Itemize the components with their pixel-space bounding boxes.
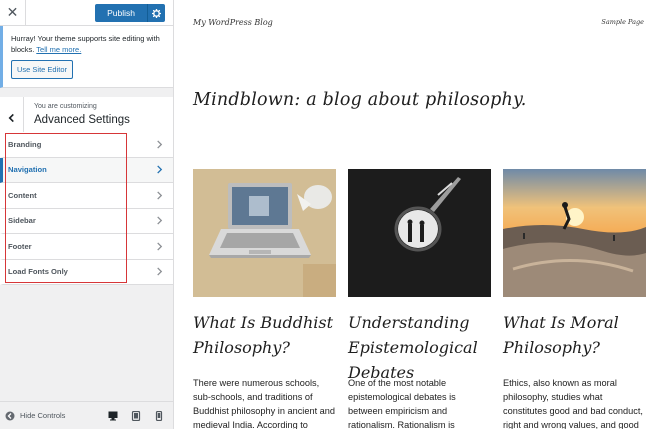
post-thumbnail-laptop[interactable] bbox=[193, 169, 336, 297]
menu-item-content[interactable]: Content bbox=[0, 183, 173, 209]
nav-link-sample-page[interactable]: Sample Page bbox=[601, 18, 644, 26]
gear-icon bbox=[152, 8, 161, 18]
post-thumbnail-cave[interactable] bbox=[348, 169, 491, 297]
post-excerpt: One of the most notable epistemological … bbox=[348, 378, 456, 429]
menu-item-label: Load Fonts Only bbox=[8, 267, 68, 277]
post-thumbnail-skatepark[interactable] bbox=[503, 169, 646, 297]
publish-button[interactable]: Publish bbox=[95, 4, 147, 22]
menu-item-label: Content bbox=[8, 190, 37, 200]
post-title[interactable]: Understanding Epistemological Debates bbox=[348, 310, 491, 385]
chevron-right-icon bbox=[157, 216, 163, 225]
chevron-right-icon bbox=[157, 267, 163, 276]
customizer-footer: Hide Controls bbox=[0, 401, 173, 429]
skatepark-photo bbox=[503, 169, 646, 297]
close-icon: ✕ bbox=[6, 5, 19, 21]
settings-menu: Branding Navigation Content Sidebar Foot… bbox=[0, 132, 173, 285]
collapse-arrow-icon bbox=[5, 411, 15, 420]
chevron-left-icon bbox=[8, 113, 14, 122]
post-title[interactable]: What Is Buddhist Philosophy? bbox=[193, 310, 336, 360]
post-title[interactable]: What Is Moral Philosophy? bbox=[503, 310, 646, 360]
menu-item-sidebar[interactable]: Sidebar bbox=[0, 208, 173, 234]
post-excerpt: There were numerous schools, sub-schools… bbox=[193, 378, 335, 429]
post-card: Understanding Epistemological Debates On… bbox=[348, 169, 491, 429]
use-site-editor-button[interactable]: Use Site Editor bbox=[11, 60, 74, 79]
customizer-sidebar: ✕ Publish Hurray! Your theme supports si… bbox=[0, 0, 174, 429]
menu-item-label: Footer bbox=[8, 241, 32, 251]
customizer-topbar: ✕ Publish bbox=[0, 0, 173, 26]
device-preview-switcher bbox=[108, 411, 164, 421]
site-title[interactable]: My WordPress Blog bbox=[193, 18, 273, 27]
cave-photo bbox=[348, 169, 491, 297]
close-customizer-button[interactable]: ✕ bbox=[0, 0, 26, 26]
publish-group: Publish bbox=[95, 4, 165, 22]
laptop-photo bbox=[193, 169, 336, 297]
chevron-right-icon bbox=[157, 242, 163, 251]
publish-settings-button[interactable] bbox=[147, 4, 165, 22]
page-heading: Mindblown: a blog about philosophy. bbox=[193, 90, 527, 110]
menu-item-label: Branding bbox=[8, 139, 42, 149]
menu-item-label: Sidebar bbox=[8, 216, 36, 226]
menu-item-navigation[interactable]: Navigation bbox=[0, 157, 173, 183]
menu-item-load-fonts-only[interactable]: Load Fonts Only bbox=[0, 259, 173, 285]
post-card: What Is Buddhist Philosophy? There were … bbox=[193, 169, 336, 429]
notice-text: Hurray! Your theme supports site editing… bbox=[11, 34, 160, 54]
tablet-icon[interactable] bbox=[131, 411, 141, 421]
tell-me-more-link[interactable]: Tell me more. bbox=[36, 45, 81, 54]
site-preview: My WordPress Blog Sample Page Mindblown:… bbox=[175, 0, 662, 429]
hide-controls-label: Hide Controls bbox=[20, 411, 66, 420]
mobile-icon[interactable] bbox=[154, 411, 164, 421]
section-title: Advanced Settings bbox=[34, 114, 130, 126]
customizing-label: You are customizing bbox=[34, 103, 97, 110]
menu-item-label: Navigation bbox=[8, 165, 47, 175]
menu-item-footer[interactable]: Footer bbox=[0, 234, 173, 260]
menu-item-branding[interactable]: Branding bbox=[0, 132, 173, 158]
chevron-right-icon bbox=[157, 165, 163, 174]
chevron-right-icon bbox=[157, 140, 163, 149]
chevron-right-icon bbox=[157, 191, 163, 200]
post-card: What Is Moral Philosophy? Ethics, also k… bbox=[503, 169, 646, 429]
desktop-icon[interactable] bbox=[108, 411, 118, 421]
hide-controls-button[interactable]: Hide Controls bbox=[5, 411, 65, 421]
post-excerpt: Ethics, also known as moral philosophy, … bbox=[503, 378, 643, 429]
site-editing-notice: Hurray! Your theme supports site editing… bbox=[0, 26, 173, 88]
